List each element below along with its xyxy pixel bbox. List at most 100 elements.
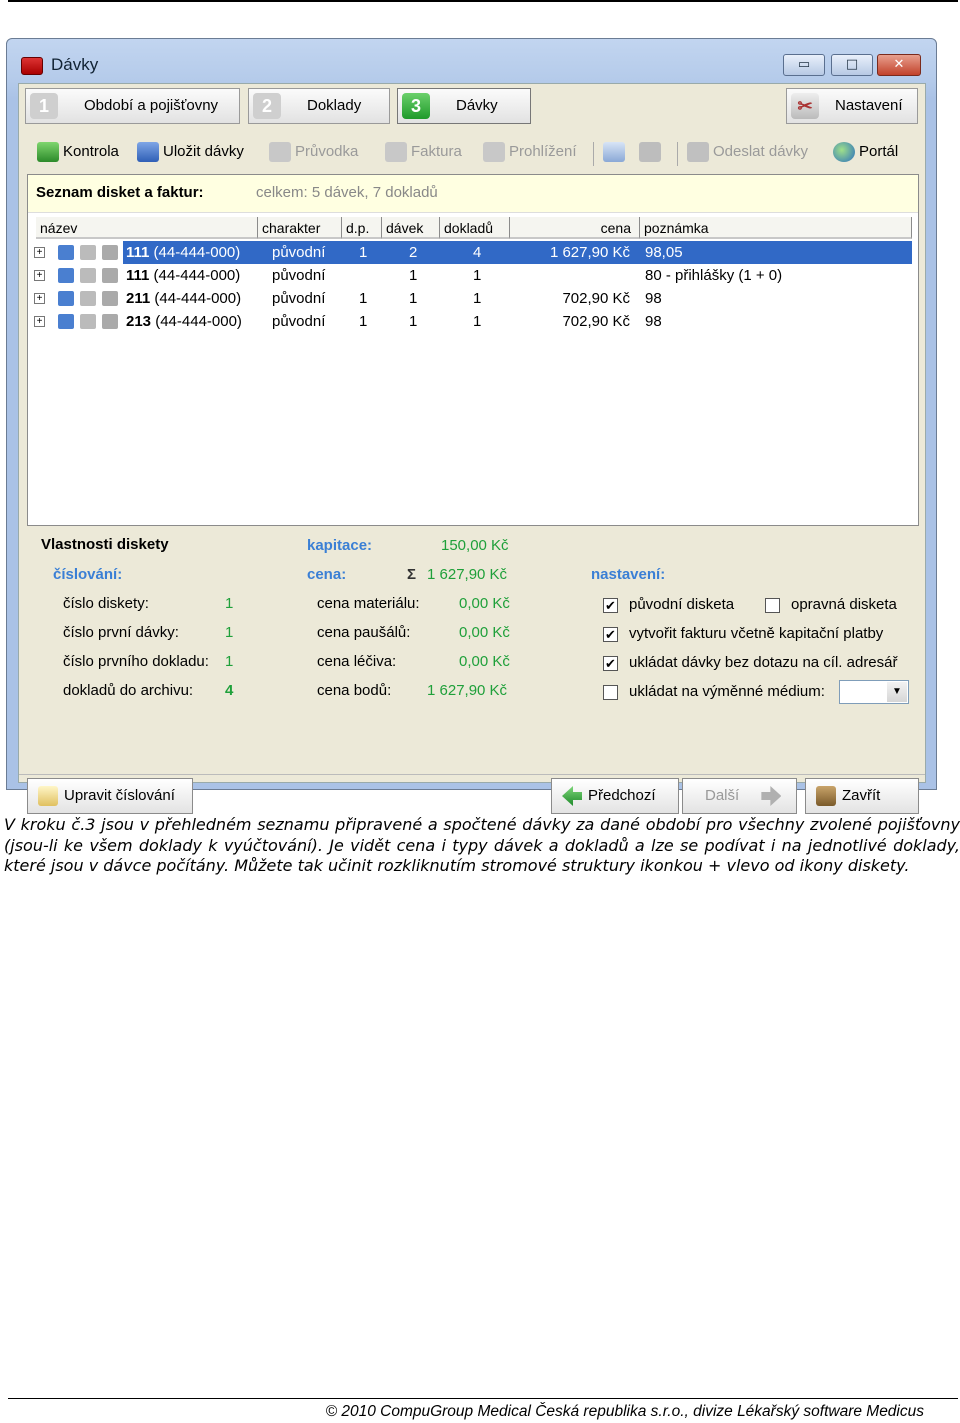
close-button[interactable]: ✕ xyxy=(877,54,921,76)
medium-select[interactable]: ▼ xyxy=(839,680,909,704)
column-nazev[interactable]: název xyxy=(36,217,258,239)
send-mail-button[interactable] xyxy=(639,138,665,166)
faktura-button[interactable]: Faktura xyxy=(385,138,462,166)
bottom-separator xyxy=(19,774,925,775)
cell-dp: 1 xyxy=(359,313,368,330)
cell-charakter: původní xyxy=(272,290,326,307)
edit-icon xyxy=(38,786,58,807)
dalsi-button[interactable]: Další xyxy=(682,778,797,814)
cena-leciva-value: 0,00 Kč xyxy=(459,653,510,670)
dalsi-label: Další xyxy=(705,787,740,804)
settings-button[interactable]: ✂ Nastavení xyxy=(786,88,918,124)
expand-icon[interactable]: + xyxy=(34,293,45,304)
ukladat-medium-checkbox[interactable] xyxy=(603,685,618,700)
cena-bodu-value: 1 627,90 Kč xyxy=(427,682,508,699)
cena-label: cena: xyxy=(307,566,347,583)
cena-pausalu-value: 0,00 Kč xyxy=(459,624,510,641)
exit-door-icon xyxy=(816,786,836,807)
cell-charakter: původní xyxy=(272,244,326,261)
toolbar-separator xyxy=(593,142,594,166)
step-label: Období a pojišťovny xyxy=(84,97,219,114)
ukladat-medium-label: ukládat na výměnné médium: xyxy=(629,683,825,700)
maximize-button[interactable]: □ xyxy=(831,54,873,76)
pruvodka-label: Průvodka xyxy=(295,143,359,160)
check-icon xyxy=(37,142,59,163)
column-dp[interactable]: d.p. xyxy=(342,217,382,239)
pruvodka-button[interactable]: Průvodka xyxy=(269,138,358,166)
floppy-icon xyxy=(58,314,74,329)
cell-dp: 1 xyxy=(359,290,368,307)
table-row[interactable]: + 213 (44-444-000) původní 1 1 1 702,90 … xyxy=(28,310,912,333)
cell-dokladu: 1 xyxy=(473,313,482,330)
cell-poznamka: 98 xyxy=(645,290,662,307)
column-davek[interactable]: dávek xyxy=(382,217,440,239)
portal-button[interactable]: Portál xyxy=(833,138,898,166)
faktura-label: Faktura xyxy=(411,143,462,160)
cell-dokladu: 4 xyxy=(473,244,482,261)
footer-rule xyxy=(8,1398,958,1399)
step-doklady[interactable]: 2 Doklady xyxy=(248,88,390,124)
opravna-disketa-checkbox[interactable] xyxy=(765,598,780,613)
document-icon xyxy=(80,291,96,306)
column-poznamka[interactable]: poznámka xyxy=(640,217,912,239)
kontrola-button[interactable]: Kontrola xyxy=(37,138,119,166)
prohlizeni-button[interactable]: Prohlížení xyxy=(483,138,577,166)
column-cena[interactable]: cena xyxy=(510,217,640,239)
dokladu-do-archivu-value: 4 xyxy=(225,682,234,699)
insurer-code: (44-444-000) xyxy=(155,313,242,330)
table-row[interactable]: + 111 (44-444-000) původní 1 1 80 - přih… xyxy=(28,264,912,287)
puvodni-disketa-checkbox[interactable]: ✔ xyxy=(603,598,618,613)
expand-icon[interactable]: + xyxy=(34,316,45,327)
minimize-button[interactable]: ▭ xyxy=(783,54,825,76)
cislo-prvniho-dokladu-label: číslo prvního dokladu: xyxy=(63,653,209,670)
invoice-icon xyxy=(385,142,407,163)
globe-icon xyxy=(833,142,855,163)
insurer-code: (44-444-000) xyxy=(153,244,241,261)
cell-davek: 1 xyxy=(409,290,418,307)
cislo-diskety-value[interactable]: 1 xyxy=(225,595,233,612)
expand-icon[interactable]: + xyxy=(34,247,45,258)
disk-number: 211 xyxy=(126,290,151,307)
cell-cena: 702,90 Kč xyxy=(562,290,630,307)
kapitace-label: kapitace: xyxy=(307,537,373,554)
opravna-disketa-label: opravná disketa xyxy=(791,596,897,613)
odeslat-davky-button[interactable]: Odeslat dávky xyxy=(687,138,808,166)
copy-button[interactable] xyxy=(603,138,629,166)
caption-text: V kroku č.3 jsou v přehledném seznamu př… xyxy=(4,815,960,875)
column-dokladu[interactable]: dokladů xyxy=(440,217,510,239)
step-davky[interactable]: 3 Dávky xyxy=(397,88,531,124)
predchozi-button[interactable]: Předchozí xyxy=(551,778,679,814)
prohlizeni-label: Prohlížení xyxy=(509,143,577,160)
cislo-prvni-davky-value[interactable]: 1 xyxy=(225,624,233,641)
cena-materialu-label: cena materiálu: xyxy=(317,595,420,612)
ulozit-davky-button[interactable]: Uložit dávky xyxy=(137,138,244,166)
table-row[interactable]: + 111 (44-444-000) původní 1 2 4 1 627,9… xyxy=(28,241,912,264)
title-bar: Dávky ▭ □ ✕ xyxy=(7,39,936,83)
upravit-cislovani-button[interactable]: Upravit číslování xyxy=(27,778,193,814)
tools-icon: ✂ xyxy=(791,93,819,119)
preview-icon xyxy=(483,142,505,163)
save-icon xyxy=(137,142,159,163)
cislo-prvni-davky-label: číslo první dávky: xyxy=(63,624,179,641)
vytvorit-fakturu-checkbox[interactable]: ✔ xyxy=(603,627,618,642)
pruvodka-icon xyxy=(269,142,291,163)
grid-icon xyxy=(102,291,118,306)
predchozi-label: Předchozí xyxy=(588,787,656,804)
properties-title: Vlastnosti diskety xyxy=(41,536,169,553)
grid-icon xyxy=(102,268,118,283)
ukladat-davky-checkbox[interactable]: ✔ xyxy=(603,656,618,671)
top-rule xyxy=(8,0,958,2)
grid-icon xyxy=(102,314,118,329)
zavrit-button[interactable]: Zavřít xyxy=(805,778,919,814)
cell-dokladu: 1 xyxy=(473,290,482,307)
cell-dokladu: 1 xyxy=(473,267,482,284)
cena-leciva-label: cena léčiva: xyxy=(317,653,397,670)
cislo-prvniho-dokladu-value[interactable]: 1 xyxy=(225,653,233,670)
column-charakter[interactable]: charakter xyxy=(258,217,342,239)
floppy-icon xyxy=(58,245,74,260)
table-row[interactable]: + 211 (44-444-000) původní 1 1 1 702,90 … xyxy=(28,287,912,310)
cell-cena: 702,90 Kč xyxy=(562,313,630,330)
app-icon xyxy=(21,57,43,75)
expand-icon[interactable]: + xyxy=(34,270,45,281)
step-obdobi[interactable]: 1 Období a pojišťovny xyxy=(25,88,240,124)
